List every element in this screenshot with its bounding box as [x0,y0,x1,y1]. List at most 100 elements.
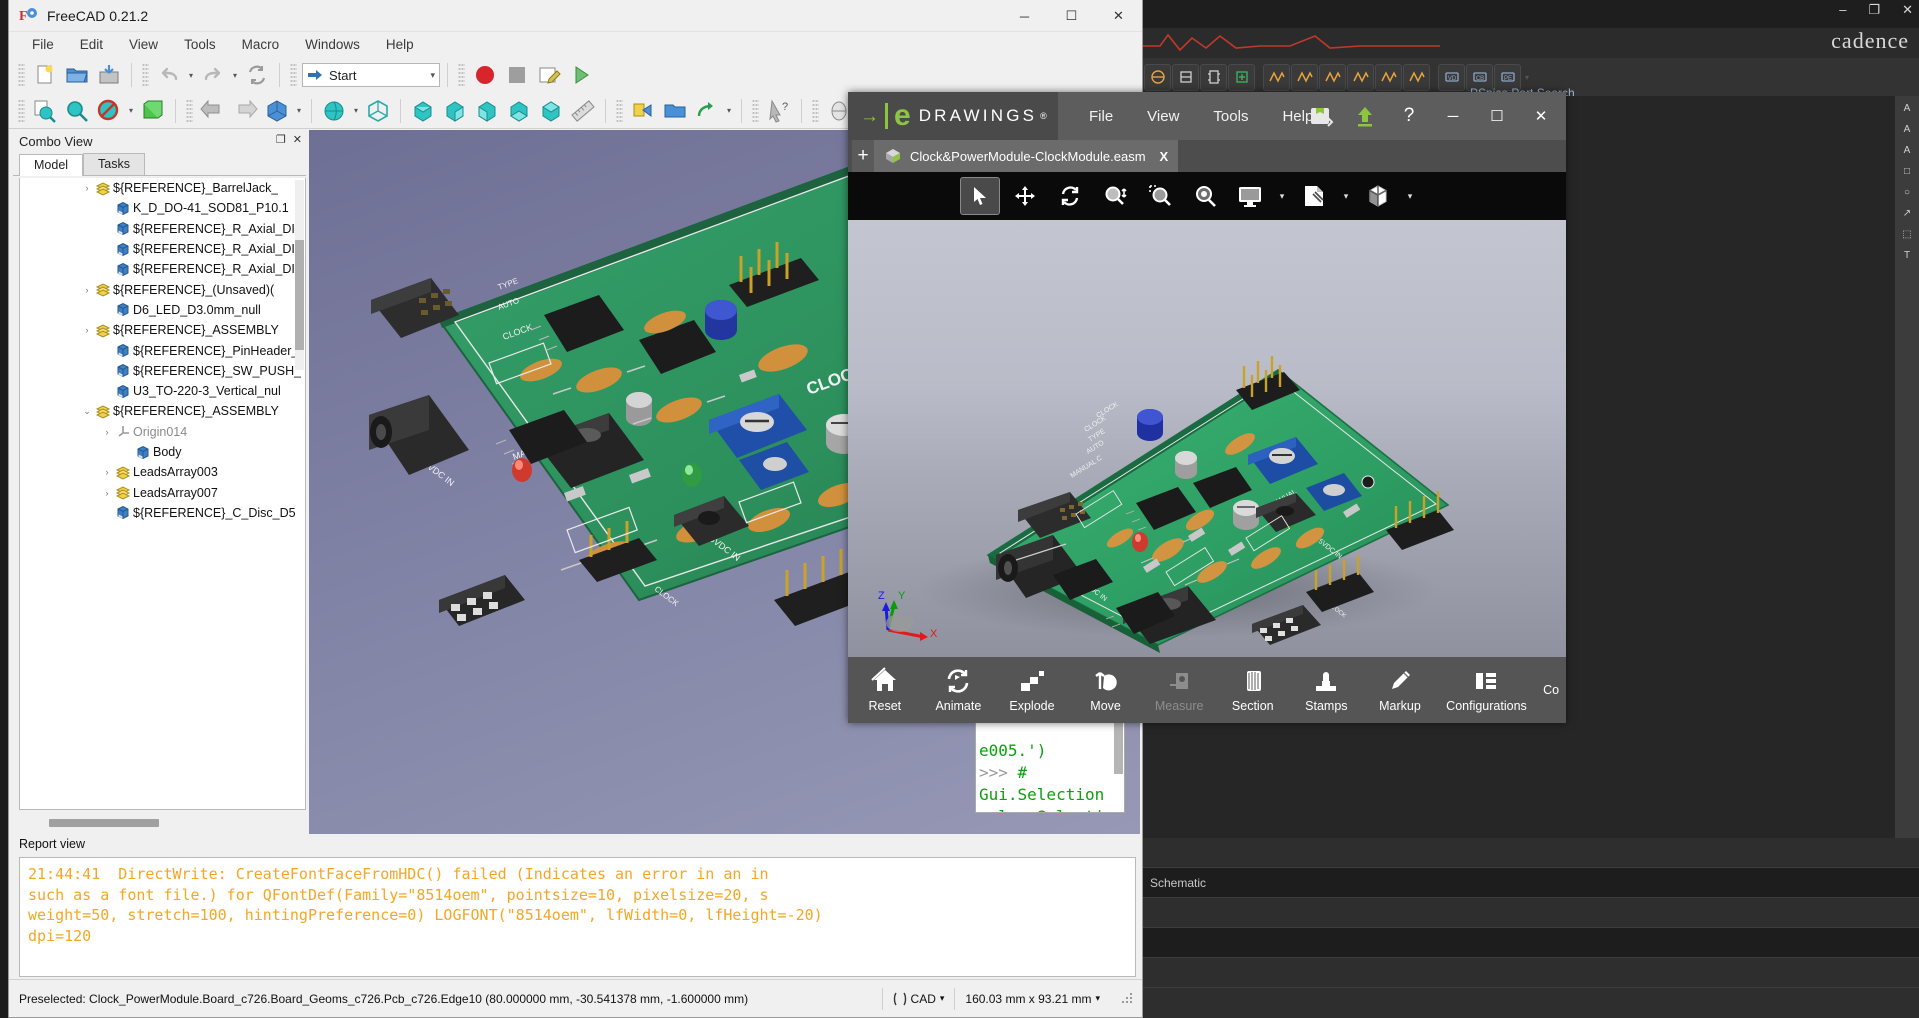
tree-item[interactable]: ${REFERENCE}_R_Axial_DI [20,239,305,259]
forward-view-icon[interactable] [230,96,260,126]
edrawings-title-buttons[interactable]: ? ─ ☐ ✕ [1300,92,1562,140]
toolbar-grip-9[interactable] [812,98,819,123]
net-alias-icon[interactable] [1403,63,1430,91]
cadence-window-controls[interactable]: – ❐ ✕ [1839,2,1913,18]
upload-icon[interactable] [1344,93,1386,139]
text-tool-icon-2[interactable]: A [1899,123,1916,137]
voltage-icon[interactable] [1291,63,1318,91]
toolbar-grip-6[interactable] [186,98,193,123]
tab-tasks[interactable]: Tasks [83,153,145,175]
toolbar-grip-8[interactable] [752,98,759,123]
place-icon[interactable] [1228,63,1255,91]
rotate-tool-icon[interactable] [1050,177,1090,215]
edrawings-tab-close-icon[interactable]: X [1160,149,1169,164]
toolbar-grip-5[interactable] [18,98,25,123]
configurations-button[interactable]: Configurations [1437,657,1536,723]
tree-item[interactable]: D6_LED_D3.0mm_null [20,300,305,320]
menu-edit[interactable]: Edit [67,34,116,55]
tree-item[interactable]: ${REFERENCE}_PinHeader_ [20,340,305,360]
freecad-menubar[interactable]: File Edit View Tools Macro Windows Help [9,32,1142,57]
circle-tool-icon[interactable]: ○ [1899,186,1916,200]
tree-twisty-icon[interactable]: › [80,325,94,335]
reset-button[interactable]: Reset [848,657,922,723]
tree-twisty-icon[interactable]: › [100,488,114,498]
tree-twisty-icon[interactable]: › [80,285,94,295]
freecad-file-toolbar[interactable]: ▾ ▾ Start ▾ [9,57,1142,93]
edrawings-tabbar[interactable]: + Clock&PowerModule-ClockModule.easm X [848,140,1566,172]
line-tool-icon[interactable]: ↗ [1899,207,1916,221]
cadence-minimize-button[interactable]: – [1839,2,1846,18]
help-icon[interactable]: ? [1388,93,1430,139]
tree-item[interactable]: ${REFERENCE}_R_Axial_DI [20,259,305,279]
edrawings-maximize-button[interactable]: ☐ [1476,93,1518,139]
edrawings-close-button[interactable]: ✕ [1520,93,1562,139]
orientation-caret[interactable]: ▾ [1403,177,1417,215]
menu-macro[interactable]: Macro [229,34,293,55]
wire-icon[interactable] [1263,63,1290,91]
publish-icon[interactable] [1300,93,1342,139]
tree-twisty-icon[interactable]: › [100,427,114,437]
tree-horizontal-scroll-thumb[interactable] [49,819,159,827]
shaded-style-caret[interactable]: ▾ [1339,177,1353,215]
toolbar-grip-1[interactable] [18,63,25,87]
tree-twisty-icon[interactable]: ⌄ [80,406,94,417]
edrawings-document-tab[interactable]: Clock&PowerModule-ClockModule.easm X [874,140,1179,172]
bus-icon[interactable] [1172,63,1199,91]
toolbar-grip-4[interactable] [458,63,465,87]
tree-item[interactable]: › ${REFERENCE}_(Unsaved)( [20,279,305,299]
net-icon[interactable] [1144,63,1171,91]
cadence-close-button[interactable]: ✕ [1902,2,1913,18]
tree-item[interactable]: › ${REFERENCE}_ASSEMBLY [20,320,305,340]
tree-item[interactable]: › LeadsArray007 [20,482,305,502]
workbench-dropdown-caret[interactable]: ▾ [430,70,435,81]
draw-style-caret[interactable]: ▾ [126,96,136,126]
vdd-icon[interactable]: VD [1438,63,1465,91]
edrawings-minimize-button[interactable]: ─ [1432,93,1474,139]
redo-icon[interactable] [198,60,228,90]
power-icon[interactable] [1347,63,1374,91]
isometric-caret[interactable]: ▾ [294,96,304,126]
open-folder-icon[interactable] [62,60,92,90]
rear-view-icon[interactable] [472,96,502,126]
right-view-icon[interactable] [440,96,470,126]
tree-twisty-icon[interactable]: › [80,183,94,193]
fit-selection-icon[interactable] [62,96,92,126]
freecad-close-button[interactable]: ✕ [1095,0,1142,32]
model-tree[interactable]: › ${REFERENCE}_BarrelJack_ K_D_DO-41_SOD81… [19,178,306,810]
tree-item[interactable]: U3_TO-220-3_Vertical_nul [20,381,305,401]
front-view-icon[interactable] [363,96,393,126]
left-view-icon[interactable] [536,96,566,126]
status-bar-right[interactable]: CAD ▾ 160.03 mm x 93.21 mm ▾ [876,987,1142,1010]
undo-dropdown-caret[interactable]: ▾ [186,60,196,90]
new-tab-button[interactable]: + [852,140,874,172]
zoom-in-out-icon[interactable] [1095,177,1135,215]
explode-button[interactable]: Explode [995,657,1069,723]
fit-all-icon[interactable] [30,96,60,126]
menu-windows[interactable]: Windows [292,34,373,55]
macro-stop-icon[interactable] [502,60,532,90]
tree-item[interactable]: K_D_DO-41_SOD81_P10.1 [20,198,305,218]
axonometric-icon[interactable] [319,96,349,126]
shaded-style-icon[interactable] [1294,177,1334,215]
edrawings-menu-tools[interactable]: Tools [1196,102,1265,131]
animate-button[interactable]: Animate [922,657,996,723]
menu-help[interactable]: Help [373,34,427,55]
report-view-content[interactable]: 21:44:41 DirectWrite: CreateFontFaceFrom… [19,857,1136,977]
isometric-view-icon[interactable] [262,96,292,126]
menu-file[interactable]: File [19,34,67,55]
dimension-readout[interactable]: 160.03 mm x 93.21 mm [965,992,1091,1006]
part-icon[interactable] [1200,63,1227,91]
tree-item[interactable]: › Origin014 [20,422,305,442]
tree-vertical-scroll-thumb[interactable] [295,240,304,350]
combo-view-tabs[interactable]: Model Tasks [13,152,306,176]
toolbar-grip-7[interactable] [616,98,623,123]
polyline-tool-icon[interactable]: ⬚ [1899,228,1916,242]
edrawings-menu-view[interactable]: View [1130,102,1196,131]
menu-view[interactable]: View [116,34,171,55]
refresh-icon[interactable] [242,60,272,90]
edrawings-bottom-toolbar[interactable]: Reset Animate Explode Move Measure Secti… [848,657,1566,723]
undock-icon[interactable]: ❐ [276,133,286,146]
bottom-view-icon[interactable] [504,96,534,126]
text-tool-icon[interactable]: A [1899,102,1916,116]
select-tool-icon[interactable] [960,177,1000,215]
